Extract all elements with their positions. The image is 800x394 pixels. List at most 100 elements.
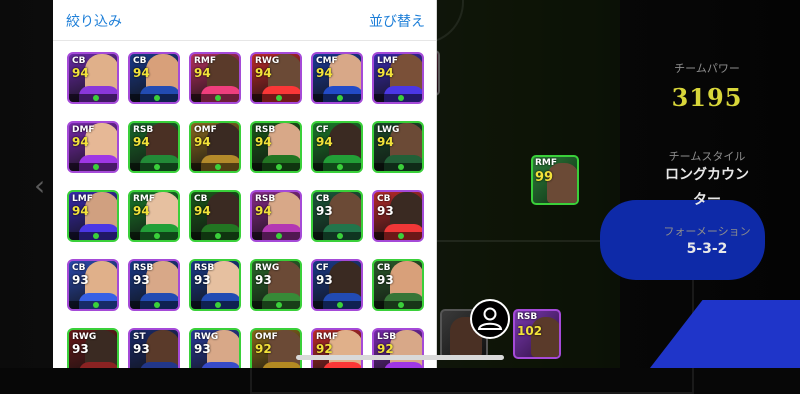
player-rating: 94	[377, 135, 394, 149]
condition-icon	[276, 95, 282, 101]
pitch-player-position: RMF	[535, 158, 558, 168]
player-card[interactable]: CB 94	[67, 52, 119, 104]
player-rating: 93	[316, 273, 333, 287]
player-card[interactable]: RWG 93	[250, 259, 302, 311]
player-card[interactable]: OMF 94	[189, 121, 241, 173]
player-rating: 93	[255, 273, 272, 287]
player-card[interactable]: RSB 94	[250, 121, 302, 173]
card-footer	[374, 301, 422, 309]
player-rating: 94	[255, 66, 272, 80]
player-rating: 94	[72, 204, 89, 218]
player-rating: 93	[377, 273, 394, 287]
card-footer	[191, 301, 239, 309]
card-footer	[191, 163, 239, 171]
pitch-player-card[interactable]: RMF 99	[531, 155, 579, 205]
card-footer	[130, 301, 178, 309]
condition-icon	[93, 164, 99, 170]
player-card[interactable]: CB 94	[128, 52, 180, 104]
condition-icon	[215, 95, 221, 101]
player-card[interactable]: CB 94	[189, 190, 241, 242]
player-card[interactable]: RMF 94	[128, 190, 180, 242]
player-rating: 94	[133, 204, 150, 218]
card-footer	[313, 232, 361, 240]
player-card[interactable]: CMF 94	[311, 52, 363, 104]
player-position: OMF	[255, 332, 278, 342]
condition-icon	[337, 164, 343, 170]
card-footer	[252, 163, 300, 171]
pitch-player-card[interactable]: RSB 102	[513, 309, 561, 359]
player-rating: 93	[316, 204, 333, 218]
player-rating: 94	[194, 135, 211, 149]
team-style-label: チームスタイル	[668, 150, 746, 163]
player-card[interactable]: CB 93	[372, 259, 424, 311]
player-card[interactable]: ST 93	[128, 328, 180, 368]
player-position: DMF	[72, 125, 95, 135]
player-position: RWG	[72, 332, 97, 342]
person-icon	[477, 307, 503, 330]
card-footer	[69, 163, 117, 171]
condition-icon	[398, 233, 404, 239]
sort-button[interactable]: 並び替え	[369, 11, 425, 31]
player-shirt	[323, 362, 361, 368]
player-card[interactable]: RMF 92	[311, 328, 363, 368]
pitch-player-position: RSB	[517, 312, 538, 322]
card-footer	[191, 232, 239, 240]
player-rating: 93	[133, 273, 150, 287]
player-card[interactable]: LMF 94	[372, 52, 424, 104]
player-rating: 94	[316, 135, 333, 149]
player-position: RSB	[133, 125, 154, 135]
condition-icon	[276, 233, 282, 239]
player-rating: 93	[72, 273, 89, 287]
player-rating: 92	[255, 342, 272, 356]
condition-icon	[93, 302, 99, 308]
player-card[interactable]: OMF 92	[250, 328, 302, 368]
player-card[interactable]: RWG 93	[189, 328, 241, 368]
player-card[interactable]: LSB 92	[372, 328, 424, 368]
player-position: RWG	[255, 263, 280, 273]
player-position: OMF	[194, 125, 217, 135]
player-card[interactable]: RSB 93	[128, 259, 180, 311]
card-footer	[313, 94, 361, 102]
card-footer	[252, 301, 300, 309]
card-footer	[130, 232, 178, 240]
player-rating: 94	[194, 66, 211, 80]
condition-icon	[276, 164, 282, 170]
condition-icon	[398, 302, 404, 308]
player-card[interactable]: RSB 94	[250, 190, 302, 242]
player-card[interactable]: LWG 94	[372, 121, 424, 173]
player-position: RMF	[133, 194, 156, 204]
player-position: LMF	[72, 194, 93, 204]
card-footer	[252, 94, 300, 102]
condition-icon	[93, 233, 99, 239]
player-card[interactable]: RWG 93	[67, 328, 119, 368]
profile-button[interactable]	[470, 299, 510, 339]
player-card[interactable]: CB 93	[372, 190, 424, 242]
player-card[interactable]: CF 93	[311, 259, 363, 311]
card-footer	[374, 163, 422, 171]
player-position: CB	[377, 263, 391, 273]
player-card[interactable]: RSB 94	[128, 121, 180, 173]
player-list-panel: 絞り込み 並び替え CB 94 CB 94 RMF 94 RWG 94 CMF 94 LMF 94 DM…	[53, 0, 437, 368]
player-card[interactable]: DMF 94	[67, 121, 119, 173]
player-card[interactable]: RWG 94	[250, 52, 302, 104]
panel-header: 絞り込み 並び替え	[53, 0, 436, 41]
player-card[interactable]: RMF 94	[189, 52, 241, 104]
pitch-player-rating: 99	[535, 170, 554, 185]
player-position: RMF	[194, 56, 217, 66]
player-card[interactable]: CF 94	[311, 121, 363, 173]
player-position: CB	[316, 194, 330, 204]
player-position: RSB	[255, 125, 276, 135]
card-footer	[191, 94, 239, 102]
player-card[interactable]: RSB 93	[189, 259, 241, 311]
player-card[interactable]: CB 93	[67, 259, 119, 311]
player-rating: 94	[255, 135, 272, 149]
card-footer	[69, 94, 117, 102]
chevron-left-icon[interactable]: ‹	[34, 172, 45, 200]
player-rating: 93	[377, 204, 394, 218]
condition-icon	[398, 164, 404, 170]
condition-icon	[154, 302, 160, 308]
filter-button[interactable]: 絞り込み	[66, 11, 122, 31]
player-card[interactable]: CB 93	[311, 190, 363, 242]
player-card[interactable]: LMF 94	[67, 190, 119, 242]
player-rating: 93	[72, 342, 89, 356]
